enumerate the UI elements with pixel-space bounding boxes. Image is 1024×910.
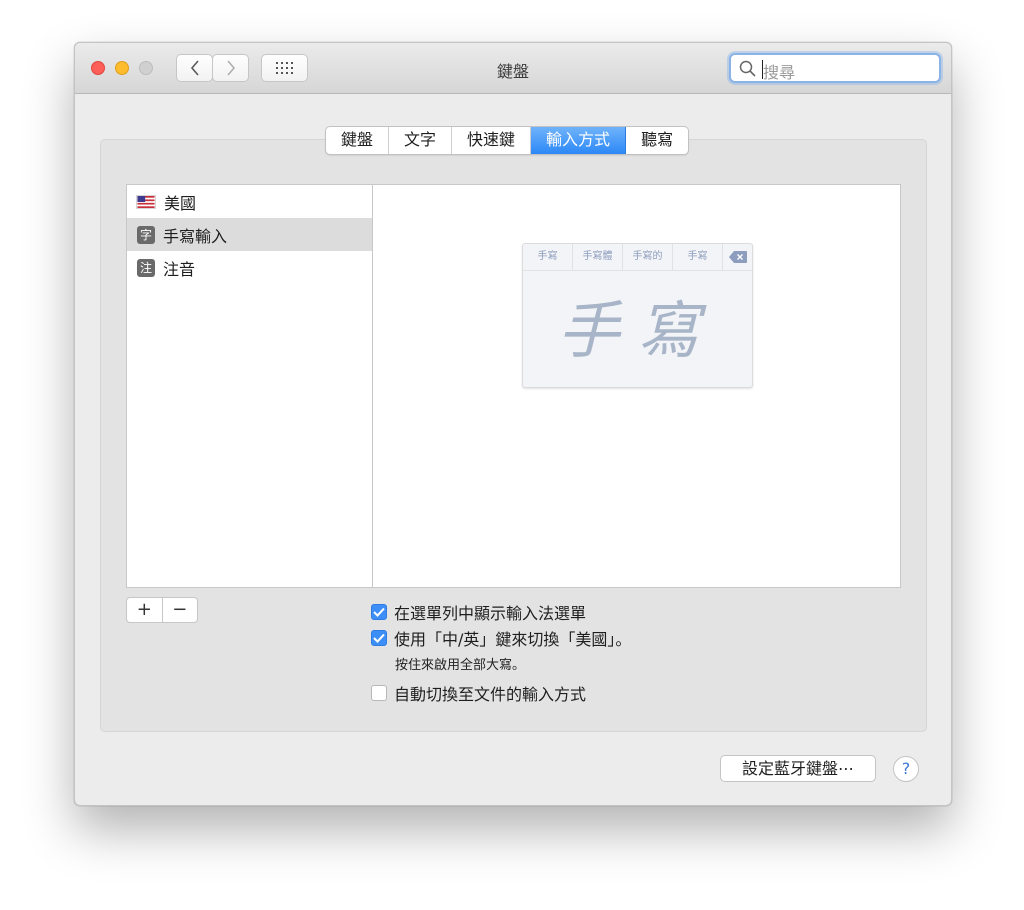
list-item-handwriting[interactable]: 字 手寫輸入 [127,218,373,251]
tab-text[interactable]: 文字 [389,127,453,154]
input-source-list[interactable]: 美國 字 手寫輸入 注 注音 [126,184,373,588]
delete-backward-icon [728,251,747,263]
checkmark-icon [373,633,385,643]
keyboard-preferences-window: 鍵盤 搜尋 鍵盤 文字 快速鍵 輸入方式 聽寫 美國 字 手寫輸入 注 注音 手… [74,42,952,806]
tab-input-sources[interactable]: 輸入方式 [531,127,627,154]
show-menu-checkbox[interactable] [371,604,387,620]
help-button[interactable]: ? [893,756,919,782]
tab-bar: 鍵盤 文字 快速鍵 輸入方式 聽寫 [325,126,690,155]
list-item-us[interactable]: 美國 [127,185,373,218]
remove-input-source-button[interactable]: − [163,598,198,622]
list-item-label: 注音 [163,259,196,279]
candidate-item: 手寫的 [623,244,673,270]
handwriting-sample: 手寫 [557,294,718,367]
candidate-delete [723,244,752,270]
option-caps-switch[interactable]: 使用「中/英」鍵來切換「美國」。 [371,626,631,650]
search-placeholder: 搜尋 [763,63,796,82]
candidate-item: 手寫 [673,244,723,270]
title-bar: 鍵盤 搜尋 [75,43,951,94]
auto-switch-label: 自動切換至文件的輸入方式 [394,685,587,704]
list-controls: + − [126,597,198,623]
candidate-bar: 手寫 手寫體 手寫的 手寫 [523,244,752,271]
caps-switch-checkbox[interactable] [371,630,387,646]
list-item-label: 手寫輸入 [163,226,228,246]
list-item-label: 美國 [164,193,197,213]
tab-shortcuts[interactable]: 快速鍵 [452,127,532,154]
list-item-zhuyin[interactable]: 注 注音 [127,251,373,284]
show-menu-label: 在選單列中顯示輸入法選單 [394,604,587,623]
search-icon [739,60,756,77]
setup-bluetooth-keyboard-button[interactable]: 設定藍牙鍵盤⋯ [720,755,876,782]
input-source-detail: 手寫 手寫體 手寫的 手寫 手寫 [372,184,901,588]
us-flag-icon [136,194,156,209]
option-show-menu[interactable]: 在選單列中顯示輸入法選單 [371,600,586,624]
handwriting-preview: 手寫 手寫體 手寫的 手寫 手寫 [522,243,753,388]
option-auto-switch[interactable]: 自動切換至文件的輸入方式 [371,681,586,705]
handwriting-icon: 字 [137,225,155,244]
auto-switch-checkbox[interactable] [371,685,387,701]
checkmark-icon [373,607,385,617]
candidate-item: 手寫體 [573,244,623,270]
caps-switch-label: 使用「中/英」鍵來切換「美國」。 [394,630,632,649]
candidate-item: 手寫 [523,244,573,270]
tab-keyboard[interactable]: 鍵盤 [326,127,390,154]
search-field[interactable]: 搜尋 [729,53,941,83]
tab-dictation[interactable]: 聽寫 [626,127,688,154]
caps-note: 按住來啟用全部大寫。 [395,658,526,673]
zhuyin-icon: 注 [137,258,155,277]
add-input-source-button[interactable]: + [127,598,163,622]
